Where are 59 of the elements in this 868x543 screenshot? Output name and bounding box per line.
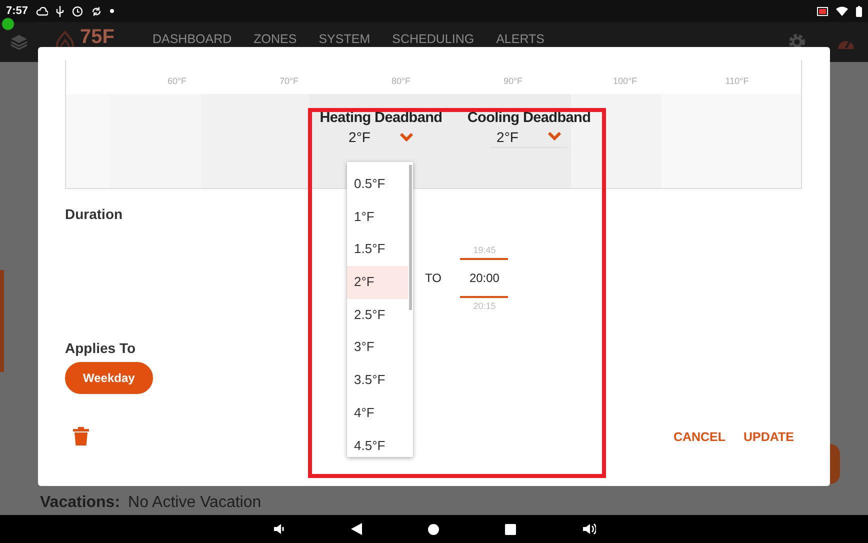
action-link[interactable]: CANCEL (673, 428, 726, 446)
nav-tab[interactable]: ALERTS (496, 32, 544, 47)
section-label: Applies To (65, 340, 136, 356)
time-picker[interactable]: 19:45 20:00 20:15 (460, 242, 508, 314)
clock-icon (72, 6, 84, 16)
dropdown-option[interactable]: 1°F (347, 200, 408, 234)
deadband-value: 2°F (348, 129, 370, 145)
trash-icon[interactable] (73, 427, 89, 446)
chevron-down-icon[interactable] (400, 132, 414, 142)
dot-icon (110, 9, 114, 13)
scale-tick-label: 70°F (278, 76, 300, 86)
dropdown-option[interactable]: 3.5°F (347, 364, 408, 397)
dropdown-option[interactable]: 3°F (347, 331, 408, 364)
wifi-icon (836, 6, 848, 16)
dropdown-option[interactable]: 2.5°F (347, 298, 408, 332)
dropdown-option[interactable]: 4°F (347, 396, 408, 430)
vacation-status: No Active Vacation (128, 494, 262, 512)
sync-icon (91, 6, 102, 16)
recents-icon[interactable] (504, 524, 516, 534)
deadband-label: Heating Deadband (320, 110, 442, 126)
time-option: 19:45 (473, 242, 496, 258)
home-icon[interactable] (428, 524, 438, 534)
usb-icon (56, 6, 64, 16)
action-link[interactable]: UPDATE (744, 428, 794, 446)
cast-icon (817, 6, 828, 16)
scale-tick-label: 100°F (612, 76, 638, 86)
day-chip[interactable]: Weekday (65, 362, 153, 394)
deadband-dropdown[interactable]: 2°F (342, 126, 420, 148)
deadband-label: Cooling Deadband (467, 110, 591, 126)
back-icon[interactable] (350, 523, 362, 535)
scrollbar-thumb[interactable] (409, 165, 412, 310)
nav-tab[interactable]: SYSTEM (318, 32, 370, 47)
status-time: 7:57 (6, 5, 28, 17)
scale-tick-label: 90°F (502, 76, 524, 86)
to-label: TO (425, 271, 442, 285)
dropdown-option[interactable]: 1.5°F (347, 233, 408, 266)
section-label: Duration (65, 206, 123, 222)
volume-down-icon[interactable] (272, 523, 284, 535)
nav-tab[interactable]: DASHBOARD (152, 32, 232, 47)
chevron-down-icon[interactable] (548, 132, 562, 141)
volume-up-icon[interactable] (582, 523, 596, 535)
deadband-value: 2°F (496, 128, 518, 144)
dropdown-option[interactable]: 0.5°F (347, 168, 408, 201)
nav-tab[interactable]: ZONES (254, 32, 297, 47)
scale-tick-label: 80°F (390, 76, 412, 86)
dropdown-option[interactable]: 2°F (347, 266, 408, 299)
app-logo: 75F (80, 27, 114, 47)
scale-tick-label: 110°F (724, 76, 750, 86)
dropdown-option[interactable]: 4.5°F (347, 430, 408, 457)
deadband-dropdown[interactable]: 2°F (490, 126, 568, 148)
battery-icon (856, 6, 862, 16)
time-option: 20:15 (473, 298, 496, 314)
time-value: 20:00 (460, 258, 508, 298)
nav-tab[interactable]: SCHEDULING (392, 32, 474, 47)
scale-tick-label: 60°F (166, 76, 188, 86)
status-dot (2, 18, 14, 30)
cloud-icon (36, 6, 48, 16)
vacation-label: Vacations: (40, 494, 120, 512)
layers-icon (10, 34, 28, 50)
